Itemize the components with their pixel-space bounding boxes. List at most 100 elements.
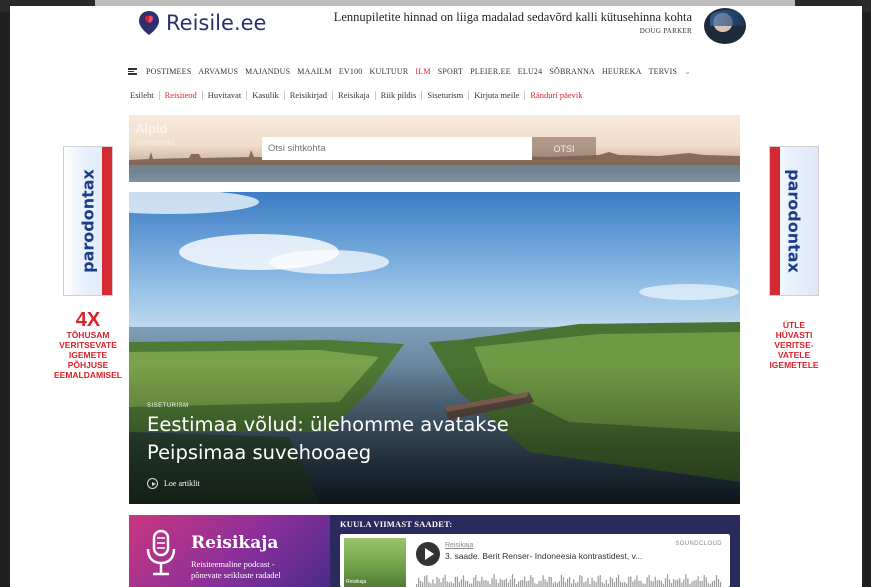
waveform-bar (671, 583, 673, 587)
ad-right-line: IGEMETELE (769, 360, 819, 370)
ad-right-line: HÜVASTI (775, 330, 813, 340)
waveform-bar (695, 579, 697, 587)
waveform-bar (491, 578, 493, 587)
waveform-bar (442, 577, 444, 587)
hamburger-menu-icon[interactable] (128, 67, 137, 75)
nav-kultuur[interactable]: KULTUUR (370, 67, 409, 76)
promo-headline[interactable]: Lennupiletite hinnad on liiga madalad se… (334, 10, 692, 25)
waveform-bar (562, 577, 565, 587)
destination-search-input[interactable] (262, 137, 532, 160)
waveform-bar (462, 575, 465, 587)
nav-heureka[interactable]: HEUREKA (602, 67, 642, 76)
soundcloud-logo[interactable]: SOUNDCLOUD (675, 541, 722, 547)
site-logo[interactable]: Reisile.ee (138, 10, 266, 36)
waveform-bar (675, 580, 677, 587)
track-title[interactable]: 3. saade. Berit Renser- Indoneesia kontr… (445, 551, 642, 561)
logo-tld: .ee (233, 11, 267, 35)
waveform-bar (683, 579, 685, 587)
waveform-bar (550, 576, 552, 587)
thumbnail-caption: Reisikaja (346, 579, 367, 585)
waveform-bar (681, 582, 683, 587)
waveform-bar (685, 574, 687, 587)
waveform-bar (544, 579, 546, 587)
waveform-bar (446, 581, 448, 587)
nav-arvamus[interactable]: ARVAMUS (198, 67, 238, 76)
nav-maailm[interactable]: MAAILM (297, 67, 332, 76)
waveform-bar (428, 582, 430, 587)
subnav-randuri-paevik[interactable]: Rändurí päevik (524, 90, 587, 100)
waveform-bar (420, 580, 422, 587)
search-button[interactable]: OTSI (532, 137, 596, 160)
subnav-esileht[interactable]: Esileht (128, 90, 159, 100)
waveform-bar (452, 583, 454, 587)
ad-right[interactable]: parodontax ÜTLE HÜVASTI VERITSE- VATELE … (754, 146, 834, 370)
ad-right-copy: ÜTLE HÜVASTI VERITSE- VATELE IGEMETELE (754, 320, 834, 370)
episode-thumbnail[interactable]: Reisikaja (344, 538, 406, 587)
soundcloud-player: Reisikaja Reisikaja 3. saade. Berit Rens… (340, 534, 730, 587)
podcast-widget: Reisikaja Reisiteemaline podcast - põnev… (129, 515, 740, 587)
ad-left-copy: 4X TÕHUSAM VERITSEVATE IGEMETE PÕHJUSE E… (48, 310, 128, 380)
nav-ev100[interactable]: EV100 (339, 67, 363, 76)
waveform-bar (438, 578, 440, 587)
waveform-bar (477, 580, 479, 587)
waveform-bar (620, 581, 622, 587)
search-banner: Alpid Veneetsia OTSI (129, 115, 740, 182)
nav-sobranna[interactable]: SÕBRANNA (549, 67, 595, 76)
logo-name: Reisile (166, 11, 234, 35)
podcast-branding[interactable]: Reisikaja Reisiteemaline podcast - põnev… (129, 515, 330, 587)
waveform-bar (558, 581, 560, 587)
microphone-icon (146, 529, 176, 576)
waveform-bar (450, 581, 452, 587)
subnav-siseturism[interactable]: Siseturism (421, 90, 468, 100)
nav-sport[interactable]: SPORT (438, 67, 463, 76)
track-user-link[interactable]: Reisikaja (445, 542, 473, 549)
waveform-bar (664, 578, 667, 587)
nav-pleier[interactable]: PLEIER.EE (470, 67, 511, 76)
waveform-bar (434, 583, 436, 587)
waveform-bar (611, 578, 614, 587)
waveform-bar (658, 579, 660, 587)
waveform-bar (613, 582, 616, 587)
waveform-scrubber[interactable] (416, 572, 722, 587)
subnav-reisikaja[interactable]: Reisikaja (332, 90, 375, 100)
hero-article[interactable]: SISETURISM Eestimaa võlud: ülehomme avat… (129, 192, 740, 504)
waveform-bar (485, 580, 487, 587)
waveform-bar (503, 579, 505, 587)
subnav-riik-pildis[interactable]: Riik pildis (374, 90, 422, 100)
chevron-down-icon[interactable]: ⌄ (684, 67, 691, 76)
nav-tervis[interactable]: TERVIS (649, 67, 678, 76)
header-promo[interactable]: Lennupiletite hinnad on liiga madalad se… (334, 10, 692, 35)
article-title[interactable]: Eestimaa võlud: ülehomme avatakse Peipsi… (147, 411, 567, 467)
subnav-reisiteod[interactable]: Reisiteod (158, 90, 202, 100)
ad-left[interactable]: parodontax 4X TÕHUSAM VERITSEVATE IGEMET… (48, 146, 128, 380)
read-article-link[interactable]: Loe artiklit (147, 478, 200, 489)
waveform-bar (548, 576, 550, 587)
waveform-bar (509, 579, 512, 587)
nav-postimees[interactable]: POSTIMEES (146, 67, 191, 76)
waveform-bar (660, 580, 662, 587)
subnav-reisikirjad[interactable]: Reisikirjad (283, 90, 332, 100)
waveform-bar (597, 576, 599, 587)
waveform-bar (538, 581, 540, 587)
waveform-bar (603, 583, 605, 587)
waveform-bar (634, 579, 636, 587)
subnav-kirjuta-meile[interactable]: Kirjuta meile (468, 90, 524, 100)
play-button[interactable] (416, 542, 440, 566)
subnav-huvitavat[interactable]: Huvitavat (201, 90, 247, 100)
ad-right-brand: parodontax (784, 169, 804, 273)
nav-ilm[interactable]: ILM (415, 67, 430, 76)
author-avatar[interactable] (704, 8, 746, 44)
waveform-bar (693, 580, 695, 587)
subnav-kasulik[interactable]: Kasulik (246, 90, 283, 100)
waveform-bar (630, 576, 632, 587)
waveform-bar (532, 577, 534, 587)
nav-majandus[interactable]: MAJANDUS (245, 67, 290, 76)
waveform-bar (644, 583, 646, 587)
waveform-bar (719, 581, 722, 587)
waveform-bar (677, 579, 679, 587)
nav-elu24[interactable]: ELU24 (518, 67, 543, 76)
waveform-bar (424, 576, 426, 587)
listen-latest-label: KUULA VIIMAST SAADET: (340, 519, 453, 529)
waveform-bar (703, 575, 705, 587)
waveform-bar (493, 574, 495, 587)
